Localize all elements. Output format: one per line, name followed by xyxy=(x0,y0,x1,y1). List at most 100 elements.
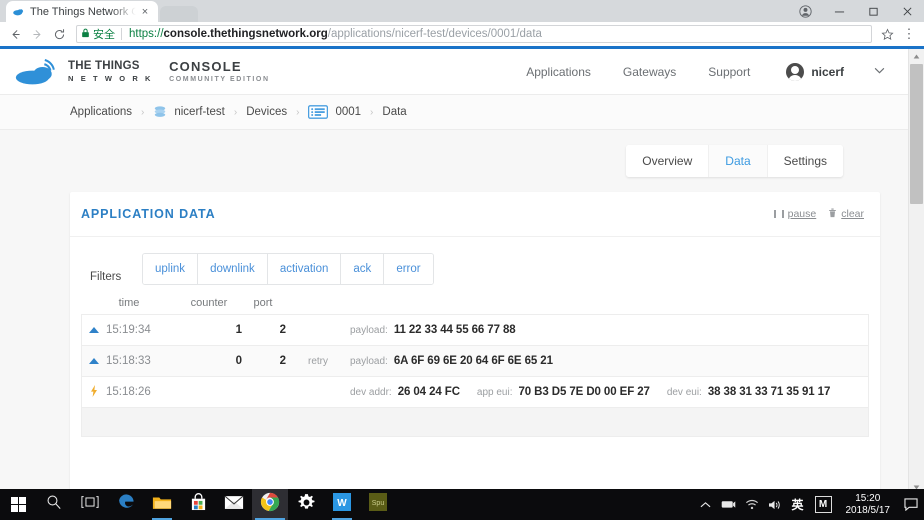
field-app-eui: app eui: 70 B3 D5 7E D0 00 EF 27 xyxy=(477,386,650,398)
field-value: 26 04 24 FC xyxy=(398,386,460,398)
row-counter: 0 xyxy=(178,355,242,367)
store-icon xyxy=(190,493,207,516)
start-button[interactable] xyxy=(0,489,36,520)
field-key: dev eui: xyxy=(667,387,702,398)
minimize-button[interactable] xyxy=(822,0,856,22)
console-line1: CONSOLE xyxy=(169,60,270,73)
filter-error[interactable]: error xyxy=(384,254,432,284)
browser-tab[interactable]: The Things Network Co × xyxy=(6,1,158,22)
browser-tab-strip: The Things Network Co × xyxy=(0,0,924,22)
ime-language-indicator[interactable]: 英 xyxy=(786,496,808,513)
svg-text:Spu: Spu xyxy=(372,500,385,507)
scroll-up-arrow-icon[interactable] xyxy=(909,49,924,64)
browser-toolbar: 安全 https://console.thethingsnetwork.org/… xyxy=(0,22,924,46)
system-tray: 英 M 15:20 2018/5/17 xyxy=(694,489,924,520)
reload-button[interactable] xyxy=(48,23,70,45)
chrome-icon xyxy=(260,492,280,517)
breadcrumb-item-0001[interactable]: 0001 xyxy=(308,105,361,119)
close-button[interactable] xyxy=(890,0,924,22)
ttn-favicon-icon xyxy=(12,5,25,18)
breadcrumb-label[interactable]: nicerf-test xyxy=(174,106,225,118)
microsoft-store-button[interactable] xyxy=(180,489,216,520)
row-fields: payload: 6A 6F 69 6E 20 64 6F 6E 65 21 xyxy=(350,355,868,367)
page-scrollbar[interactable] xyxy=(908,49,924,495)
maximize-button[interactable] xyxy=(856,0,890,22)
search-icon xyxy=(46,494,62,515)
ttn-logo-line2: N E T W O R K xyxy=(68,75,153,83)
nav-item-applications[interactable]: Applications xyxy=(526,65,591,79)
breadcrumb-label[interactable]: Applications xyxy=(70,106,132,118)
user-menu[interactable]: nicerf xyxy=(786,63,885,81)
site-header: THE THINGS N E T W O R K CONSOLE COMMUNI… xyxy=(0,49,909,95)
tab-settings[interactable]: Settings xyxy=(768,145,843,177)
pause-button[interactable]: pause xyxy=(774,208,817,220)
task-view-button[interactable] xyxy=(72,489,108,520)
word-button[interactable]: W xyxy=(324,489,360,520)
volume-icon[interactable] xyxy=(763,489,786,520)
clear-label: clear xyxy=(841,208,864,220)
main-nav: Applications Gateways Support nicerf xyxy=(494,63,885,81)
back-button[interactable] xyxy=(4,23,26,45)
new-tab-button[interactable] xyxy=(160,6,198,22)
chrome-menu-icon[interactable]: ⋮ xyxy=(898,23,920,45)
scrollbar-thumb[interactable] xyxy=(910,64,923,204)
breadcrumb-label[interactable]: Devices xyxy=(246,106,287,118)
profile-icon[interactable] xyxy=(788,0,822,22)
file-explorer-button[interactable] xyxy=(144,489,180,520)
settings-button[interactable] xyxy=(288,489,324,520)
ttn-wordmark: THE THINGS N E T W O R K xyxy=(68,61,153,82)
field-value: 6A 6F 69 6E 20 64 6F 6E 65 21 xyxy=(394,355,553,367)
ttn-cloud-icon xyxy=(14,58,60,86)
trash-icon xyxy=(828,208,837,221)
clock[interactable]: 15:20 2018/5/17 xyxy=(838,493,899,517)
tab-overview[interactable]: Overview xyxy=(626,145,708,177)
ime-mode-icon[interactable]: M xyxy=(815,496,832,513)
bookmark-star-icon[interactable] xyxy=(876,23,898,45)
field-value: 11 22 33 44 55 66 77 88 xyxy=(394,324,516,336)
app-button[interactable]: Spu xyxy=(360,489,396,520)
breadcrumb-item-data: Data xyxy=(382,106,406,118)
breadcrumb-item-nicerf-test[interactable]: nicerf-test xyxy=(153,105,225,119)
word-icon: W xyxy=(333,493,351,516)
breadcrumb-separator-icon: › xyxy=(141,107,144,118)
secure-label: 安全 xyxy=(93,26,115,42)
filter-ack[interactable]: ack xyxy=(341,254,384,284)
screen: The Things Network Co × xyxy=(0,0,924,520)
device-icon xyxy=(308,105,328,119)
app-icon: Spu xyxy=(369,493,387,516)
nav-item-support[interactable]: Support xyxy=(708,65,750,79)
chevron-down-icon[interactable] xyxy=(874,66,885,77)
field-payload: payload: 11 22 33 44 55 66 77 88 xyxy=(350,324,516,336)
lock-icon xyxy=(81,28,90,40)
task-view-icon xyxy=(81,495,99,514)
tray-device-icon[interactable] xyxy=(717,489,740,520)
table-row[interactable]: 15:18:26 dev addr: 26 04 24 FC app xyxy=(82,377,868,408)
column-header-port: port xyxy=(241,297,285,309)
clear-button[interactable]: clear xyxy=(828,208,864,221)
ttn-logo[interactable]: THE THINGS N E T W O R K CONSOLE COMMUNI… xyxy=(14,58,270,86)
breadcrumb-item-applications[interactable]: Applications xyxy=(70,106,132,118)
edge-button[interactable] xyxy=(108,489,144,520)
clock-time: 15:20 xyxy=(846,493,891,505)
field-dev-eui: dev eui: 38 38 31 33 71 35 91 17 xyxy=(667,386,830,398)
action-center-button[interactable] xyxy=(898,498,924,511)
table-row[interactable]: 15:19:34 1 2 payload: 11 22 33 44 55 66 … xyxy=(82,315,868,346)
table-empty-area xyxy=(82,408,868,437)
nav-item-gateways[interactable]: Gateways xyxy=(623,65,676,79)
address-bar[interactable]: 安全 https://console.thethingsnetwork.org/… xyxy=(76,25,872,43)
forward-button[interactable] xyxy=(26,23,48,45)
chrome-button[interactable] xyxy=(252,489,288,520)
search-button[interactable] xyxy=(36,489,72,520)
filter-uplink[interactable]: uplink xyxy=(143,254,198,284)
tab-close-icon[interactable]: × xyxy=(138,5,152,19)
filter-activation[interactable]: activation xyxy=(268,254,342,284)
wifi-icon[interactable] xyxy=(740,489,763,520)
mail-button[interactable] xyxy=(216,489,252,520)
tray-expand-chevron-icon[interactable] xyxy=(694,489,717,520)
breadcrumb-label[interactable]: 0001 xyxy=(335,106,361,118)
card-actions: pause clear xyxy=(774,208,864,221)
table-row[interactable]: 15:18:33 0 2 retry payload: 6A 6F 69 6E … xyxy=(82,346,868,377)
tab-data[interactable]: Data xyxy=(708,145,767,177)
filter-downlink[interactable]: downlink xyxy=(198,254,268,284)
breadcrumb-item-devices[interactable]: Devices xyxy=(246,106,287,118)
